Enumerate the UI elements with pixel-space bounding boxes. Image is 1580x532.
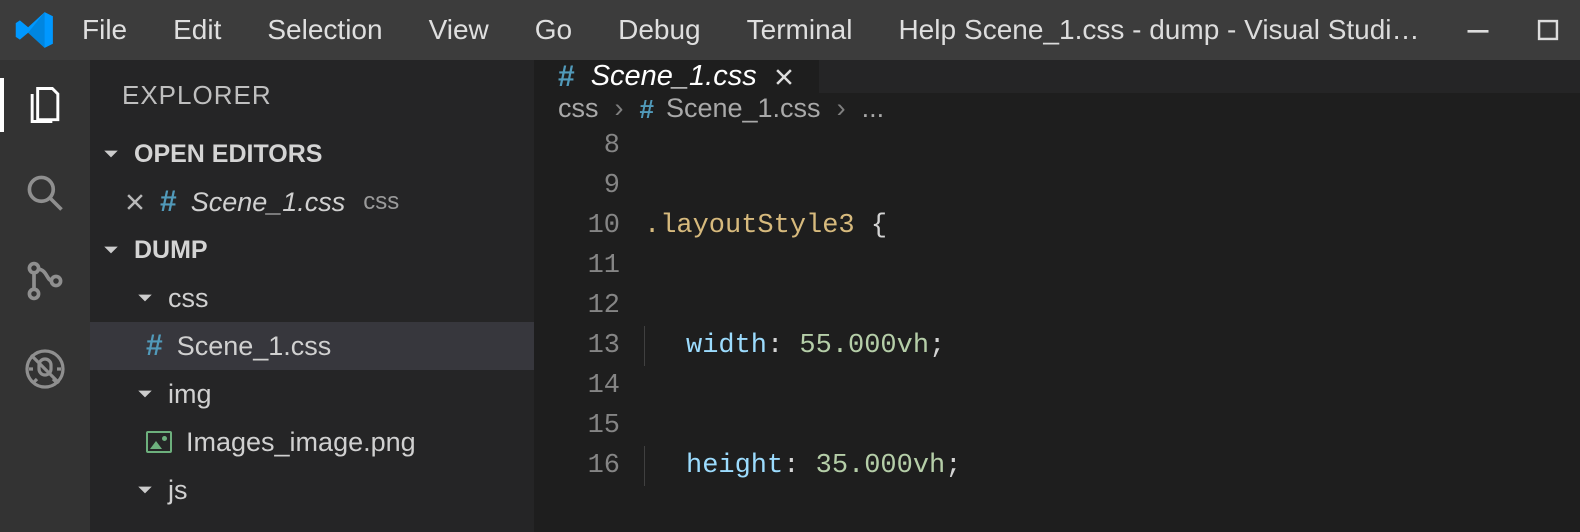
close-icon[interactable] — [124, 191, 146, 213]
window-title: Scene_1.css - dump - Visual Studio Co... — [964, 14, 1438, 46]
section-open-editors-label: OPEN EDITORS — [134, 140, 322, 169]
close-icon[interactable] — [773, 66, 795, 88]
line-number-gutter: 8 9 10 11 12 13 14 15 16 — [534, 124, 644, 532]
line-number: 8 — [534, 126, 620, 166]
chevron-right-icon: › — [833, 93, 850, 124]
menu-edit[interactable]: Edit — [165, 8, 229, 52]
line-number: 10 — [534, 206, 620, 246]
tree-file-label: Scene_1.css — [177, 331, 332, 362]
editor-group: # Scene_1.css css › # Scene_1.css › ... … — [534, 60, 1580, 532]
title-bar: File Edit Selection View Go Debug Termin… — [0, 0, 1580, 60]
maximize-button[interactable] — [1528, 10, 1568, 50]
menu-view[interactable]: View — [421, 8, 497, 52]
code-editor[interactable]: 8 9 10 11 12 13 14 15 16 .layoutStyle3 {… — [534, 124, 1580, 532]
line-number: 9 — [534, 166, 620, 206]
tree-folder-css[interactable]: css — [90, 274, 534, 322]
debug-disabled-icon[interactable] — [18, 342, 72, 396]
menu-go[interactable]: Go — [527, 8, 580, 52]
line-number: 14 — [534, 366, 620, 406]
open-editor-name: Scene_1.css — [191, 187, 346, 218]
breadcrumb[interactable]: css › # Scene_1.css › ... — [534, 93, 1580, 124]
code-lines[interactable]: .layoutStyle3 { width: 55.000vh; height:… — [644, 124, 1580, 532]
minimize-button[interactable] — [1458, 10, 1498, 50]
vscode-logo-icon — [0, 8, 70, 52]
tab-scene1-css[interactable]: # Scene_1.css — [534, 60, 819, 93]
tab-bar: # Scene_1.css — [534, 60, 1580, 93]
workbench: EXPLORER OPEN EDITORS # Scene_1.css css … — [0, 60, 1580, 532]
code-line[interactable]: width: 55.000vh; — [644, 326, 1580, 366]
css-file-icon: # — [558, 62, 575, 92]
code-line[interactable]: height: 35.000vh; — [644, 446, 1580, 486]
menu-file[interactable]: File — [74, 8, 135, 52]
chevron-down-icon — [136, 481, 154, 499]
menu-terminal[interactable]: Terminal — [739, 8, 861, 52]
css-file-icon: # — [160, 187, 177, 217]
activity-bar — [0, 60, 90, 532]
breadcrumb-folder[interactable]: css — [558, 93, 599, 124]
css-file-icon: # — [146, 331, 163, 361]
search-icon[interactable] — [18, 166, 72, 220]
section-workspace-label: DUMP — [134, 236, 208, 265]
tree-folder-js[interactable]: js — [90, 466, 534, 514]
chevron-down-icon — [136, 385, 154, 403]
css-file-icon: # — [640, 96, 654, 122]
chevron-down-icon — [102, 145, 120, 163]
image-file-icon — [146, 431, 172, 453]
line-number: 12 — [534, 286, 620, 326]
line-number: 15 — [534, 406, 620, 446]
menu-debug[interactable]: Debug — [610, 8, 709, 52]
tree-folder-label: img — [168, 379, 212, 410]
source-control-icon[interactable] — [18, 254, 72, 308]
line-number: 13 — [534, 326, 620, 366]
tree-folder-label: js — [168, 475, 188, 506]
window-controls — [1438, 10, 1568, 50]
section-workspace[interactable]: DUMP — [90, 226, 534, 274]
menu-help[interactable]: Help — [890, 8, 964, 52]
tree-folder-img[interactable]: img — [90, 370, 534, 418]
chevron-right-icon: › — [611, 93, 628, 124]
files-icon[interactable] — [18, 78, 72, 132]
open-editor-dir: css — [363, 188, 399, 216]
breadcrumb-file[interactable]: Scene_1.css — [666, 93, 821, 124]
menu-bar: File Edit Selection View Go Debug Termin… — [70, 8, 964, 52]
line-number: 11 — [534, 246, 620, 286]
explorer-sidebar: EXPLORER OPEN EDITORS # Scene_1.css css … — [90, 60, 534, 532]
section-open-editors[interactable]: OPEN EDITORS — [90, 130, 534, 178]
chevron-down-icon — [136, 289, 154, 307]
chevron-down-icon — [102, 241, 120, 259]
tab-label: Scene_1.css — [591, 60, 757, 93]
line-number: 16 — [534, 446, 620, 486]
tree-folder-label: css — [168, 283, 209, 314]
code-line[interactable]: .layoutStyle3 { — [644, 206, 1580, 246]
tree-file-scene1-css[interactable]: # Scene_1.css — [90, 322, 534, 370]
menu-selection[interactable]: Selection — [259, 8, 390, 52]
tree-file-label: Images_image.png — [186, 427, 416, 458]
sidebar-title: EXPLORER — [90, 60, 534, 130]
tree-file-images-png[interactable]: Images_image.png — [90, 418, 534, 466]
open-editor-item[interactable]: # Scene_1.css css — [90, 178, 534, 226]
breadcrumb-tail[interactable]: ... — [862, 93, 885, 124]
